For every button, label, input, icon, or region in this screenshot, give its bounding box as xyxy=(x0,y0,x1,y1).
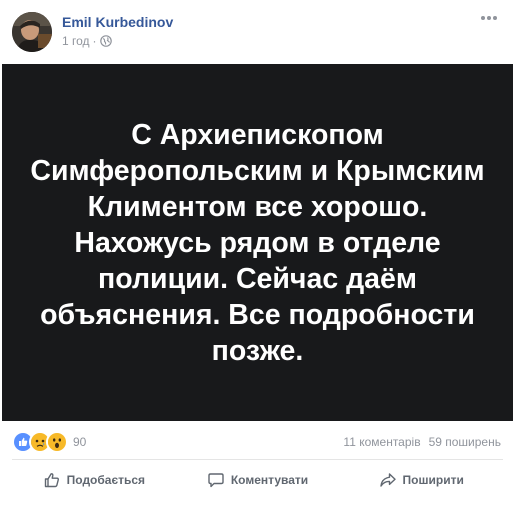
like-button[interactable]: Подобається xyxy=(12,462,176,498)
more-options-icon[interactable] xyxy=(477,8,501,28)
post-image-text: С Архиепископом Симферопольским и Крымск… xyxy=(30,118,485,367)
post-image[interactable]: С Архиепископом Симферопольским и Крымск… xyxy=(2,64,513,421)
comment-button[interactable]: Коментувати xyxy=(176,462,340,498)
post-card: Emil Kurbedinov 1 год · С Архиепископом … xyxy=(0,0,515,505)
comments-count-link[interactable]: 11 коментарів xyxy=(343,435,420,449)
engagement-counts: 11 коментарів 59 поширень xyxy=(343,435,501,449)
share-arrow-icon xyxy=(379,471,397,489)
wow-reaction-icon xyxy=(46,431,68,453)
reactions-summary[interactable]: 90 xyxy=(12,431,86,453)
shares-count-link[interactable]: 59 поширень xyxy=(429,435,501,449)
like-button-label: Подобається xyxy=(66,473,146,487)
thumbs-up-icon xyxy=(43,471,61,489)
share-button-label: Поширити xyxy=(402,473,464,487)
post-actions: Подобається Коментувати Поширити xyxy=(12,462,503,498)
comment-icon xyxy=(207,471,225,489)
avatar[interactable] xyxy=(12,12,52,52)
post-meta: 1 год · xyxy=(62,34,112,48)
share-button[interactable]: Поширити xyxy=(339,462,503,498)
meta-separator: · xyxy=(92,34,97,48)
post-stats: 90 11 коментарів 59 поширень xyxy=(0,425,515,455)
avatar-image xyxy=(12,12,52,52)
post-header: Emil Kurbedinov 1 год · xyxy=(0,0,515,64)
author-name-link[interactable]: Emil Kurbedinov xyxy=(62,14,173,30)
reaction-count[interactable]: 90 xyxy=(73,435,86,449)
comment-button-label: Коментувати xyxy=(230,473,309,487)
globe-icon[interactable] xyxy=(99,35,112,47)
divider xyxy=(12,459,503,460)
post-time[interactable]: 1 год xyxy=(62,34,90,48)
